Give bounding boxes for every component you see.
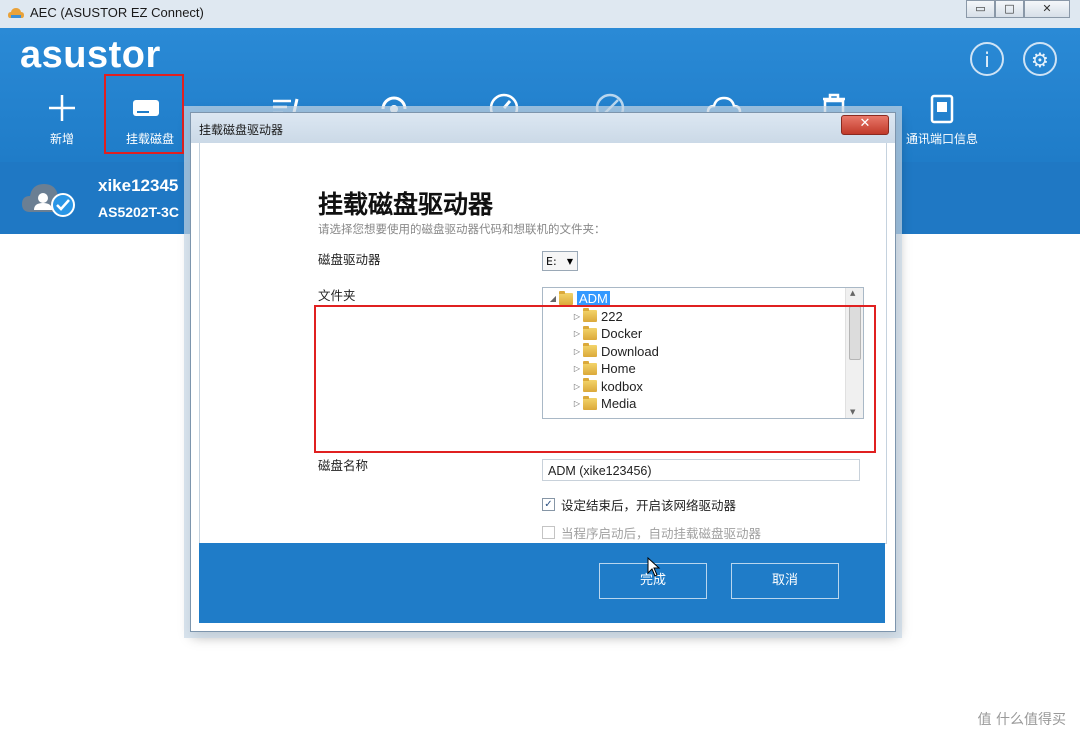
dialog-footer: 完成 取消 xyxy=(199,543,885,623)
plus-icon xyxy=(49,95,75,121)
drive-letter-value: E: xyxy=(546,255,557,268)
dialog-subtitle: 请选择您想要使用的磁盘驱动器代码和想联机的文件夹： xyxy=(318,222,606,236)
asustor-logo: asustor xyxy=(20,34,161,76)
nas-name: xike12345 xyxy=(98,176,179,195)
port-info-icon xyxy=(930,94,954,124)
drive-name-input[interactable]: ADM (xike123456) xyxy=(542,459,860,481)
cancel-button[interactable]: 取消 xyxy=(731,563,839,599)
dropdown-arrow-icon: ▼ xyxy=(566,257,573,266)
auto-mount-checkbox[interactable] xyxy=(542,526,555,539)
annotation-highlight-box xyxy=(314,305,876,453)
open-after-option[interactable]: ✓ 设定结束后，开启该网络驱动器 xyxy=(542,495,736,514)
auto-mount-label: 当程序启动后，自动挂载磁盘驱动器 xyxy=(561,526,762,541)
drive-letter-select[interactable]: E: ▼ xyxy=(542,251,578,271)
toolbar-ports-info-button[interactable]: 通讯端口信息 xyxy=(902,88,982,158)
dialog-titlebar: 挂载磁盘驱动器 ✕ xyxy=(191,113,895,143)
open-after-label: 设定结束后，开启该网络驱动器 xyxy=(561,498,737,513)
nas-model: AS5202T-3C xyxy=(98,204,179,220)
maximize-button[interactable]: □ xyxy=(995,0,1024,18)
nas-connected-icon xyxy=(22,184,75,217)
dialog-body: 挂载磁盘驱动器 请选择您想要使用的磁盘驱动器代码和想联机的文件夹： 磁盘驱动器 … xyxy=(199,143,887,544)
tree-item-label: ADM xyxy=(577,291,610,307)
toolbar-ports-info-label: 通讯端口信息 xyxy=(905,132,978,146)
scroll-up-arrow-icon[interactable]: ▲ xyxy=(850,289,855,297)
folder-label: 文件夹 xyxy=(318,288,356,303)
settings-gear-icon[interactable]: ⚙ xyxy=(1023,42,1057,76)
mouse-cursor-icon xyxy=(647,557,661,577)
expanded-arrow-icon: ◢ xyxy=(549,294,557,304)
dialog-title: 挂载磁盘驱动器 xyxy=(199,123,284,137)
toolbar-add-label: 新增 xyxy=(49,132,74,146)
dialog-heading: 挂载磁盘驱动器 xyxy=(318,190,494,219)
toolbar-add-button[interactable]: 新增 xyxy=(22,88,102,158)
window-title: AEC (ASUSTOR EZ Connect) xyxy=(30,5,204,20)
dialog-close-button[interactable]: ✕ xyxy=(841,115,889,135)
minimize-button[interactable]: ▭ xyxy=(966,0,995,18)
info-icon[interactable]: i xyxy=(970,42,1004,76)
mount-drive-dialog: 挂载磁盘驱动器 ✕ 挂载磁盘驱动器 请选择您想要使用的磁盘驱动器代码和想联机的文… xyxy=(190,112,896,632)
window-titlebar: AEC (ASUSTOR EZ Connect) ▭ □ ✕ xyxy=(0,0,1080,29)
annotation-highlight-box xyxy=(104,74,184,154)
folder-icon xyxy=(559,290,573,305)
open-after-checkbox[interactable]: ✓ xyxy=(542,498,555,511)
app-icon xyxy=(8,8,24,18)
drive-name-label: 磁盘名称 xyxy=(318,458,369,473)
watermark: 值 什么值得买 xyxy=(977,712,1066,728)
auto-mount-option[interactable]: 当程序启动后，自动挂载磁盘驱动器 xyxy=(542,523,761,542)
drive-label: 磁盘驱动器 xyxy=(318,252,381,267)
close-window-button[interactable]: ✕ xyxy=(1024,0,1070,18)
